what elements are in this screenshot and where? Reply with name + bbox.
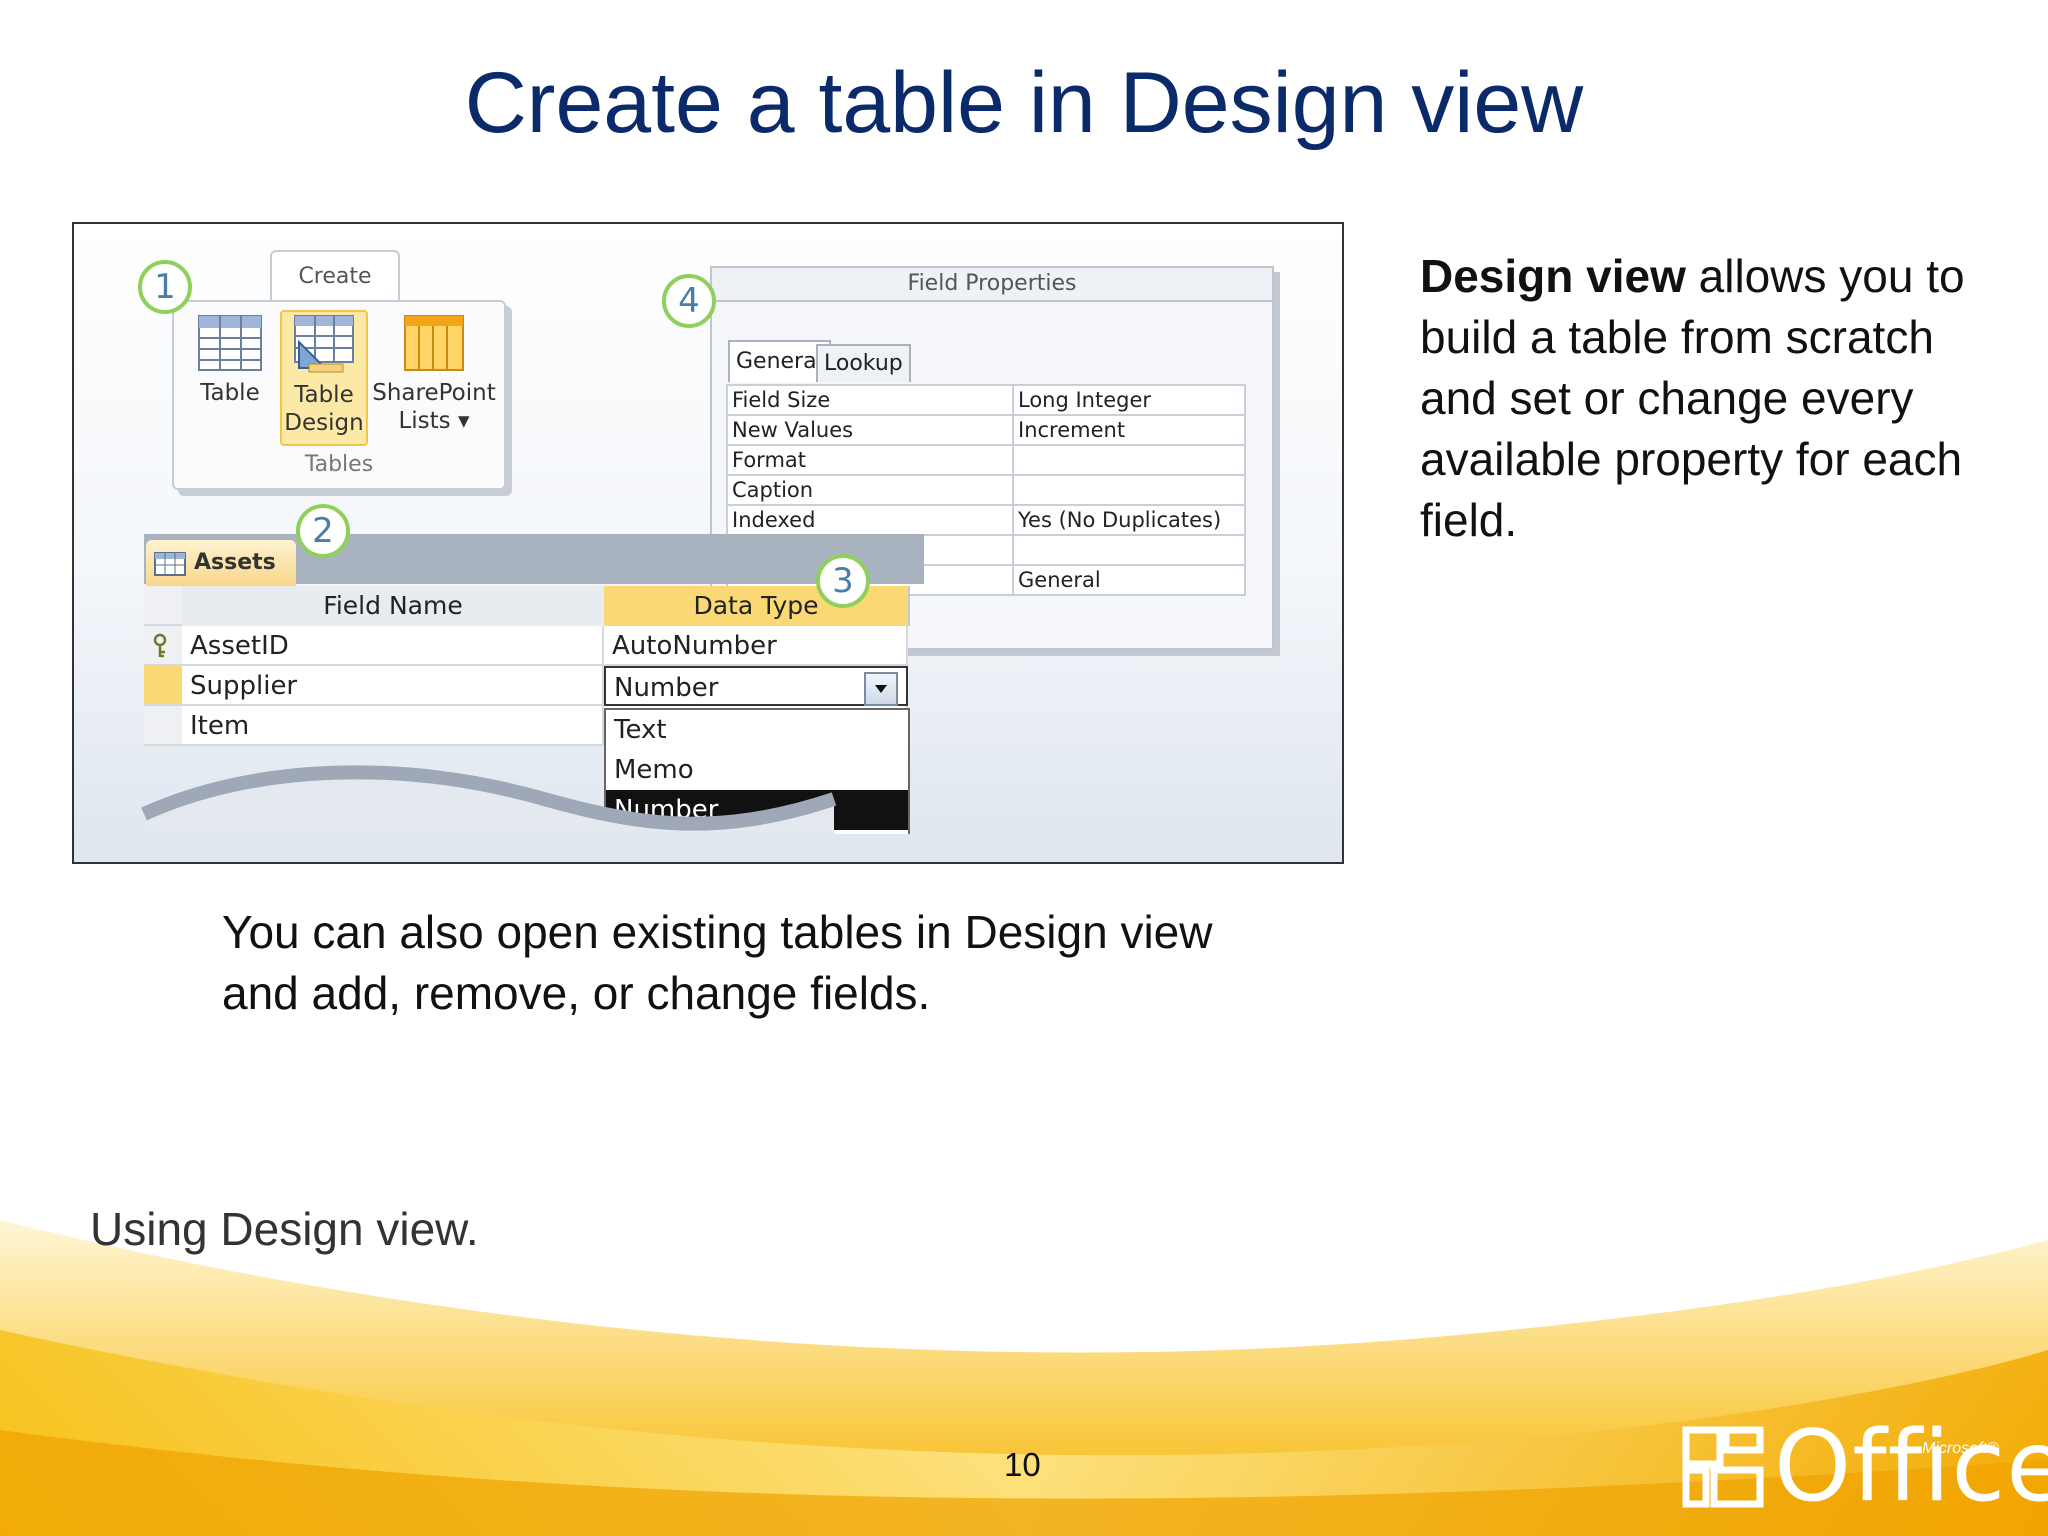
row-selector[interactable]: [144, 706, 182, 746]
existing-tables-note: You can also open existing tables in Des…: [222, 902, 1382, 1024]
field-properties-title: Field Properties: [712, 268, 1272, 302]
office-logo-text: Office: [1774, 1410, 2048, 1524]
data-type-cell[interactable]: AutoNumber: [604, 626, 908, 666]
ribbon-tables-group: Table Table Design SharePoint Lists ▾ Ta…: [172, 300, 506, 490]
callout-1: 1: [138, 260, 192, 314]
table-design-label-1: Table: [294, 382, 354, 408]
tab-lookup[interactable]: Lookup: [816, 344, 911, 382]
sharepoint-list-icon: [404, 315, 464, 371]
tables-group-label: Tables: [304, 452, 374, 477]
dropdown-option-text[interactable]: Text: [606, 710, 908, 750]
table-tab-icon: [154, 552, 186, 576]
sharepoint-label-1: SharePoint: [372, 380, 496, 406]
sharepoint-lists-button[interactable]: SharePoint Lists ▾: [370, 314, 498, 444]
row-selector-current[interactable]: [144, 666, 182, 706]
office-logo-microsoft: Microsoft®: [1922, 1440, 1999, 1457]
chevron-down-icon: [875, 685, 887, 693]
slide-caption: Using Design view.: [90, 1203, 479, 1255]
data-type-combo[interactable]: Number: [604, 666, 908, 706]
torn-edge-wave: [74, 765, 1342, 862]
table-design-icon: [294, 315, 354, 373]
sharepoint-label-2: Lists ▾: [398, 408, 470, 434]
property-row[interactable]: Caption: [726, 474, 1246, 506]
design-view-screenshot: Create Table Table Design SharePoint Lis…: [72, 222, 1344, 864]
slide-title: Create a table in Design view: [464, 55, 1584, 151]
table-icon: [198, 315, 262, 371]
description-bold: Design view: [1420, 250, 1686, 302]
field-name-cell[interactable]: Item: [182, 706, 604, 746]
callout-2: 2: [296, 504, 350, 558]
property-row[interactable]: Indexed Yes (No Duplicates): [726, 504, 1246, 536]
field-name-cell[interactable]: AssetID: [182, 626, 604, 666]
property-row[interactable]: New Values Increment: [726, 414, 1246, 446]
table-button-label: Table: [200, 380, 260, 406]
note-line-2: and add, remove, or change fields.: [222, 967, 931, 1019]
row-selector[interactable]: [144, 626, 182, 666]
callout-3: 3: [816, 554, 870, 608]
dropdown-arrow-button[interactable]: [864, 672, 898, 706]
property-row[interactable]: Field Size Long Integer: [726, 384, 1246, 416]
field-name-cell[interactable]: Supplier: [182, 666, 604, 706]
callout-4: 4: [662, 274, 716, 328]
page-number: 10: [1004, 1446, 1041, 1483]
note-line-1: You can also open existing tables in Des…: [222, 906, 1213, 958]
design-view-description: Design view allows you to build a table …: [1420, 246, 2020, 551]
column-header-field-name[interactable]: Field Name: [182, 586, 606, 626]
property-row[interactable]: Format: [726, 444, 1246, 476]
office-logo-icon: [1682, 1426, 1764, 1508]
primary-key-icon: [153, 633, 167, 658]
table-button[interactable]: Table: [188, 314, 272, 438]
table-design-button[interactable]: Table Design: [280, 310, 368, 446]
row-selector-header: [144, 586, 182, 626]
table-design-label-2: Design: [284, 410, 364, 436]
